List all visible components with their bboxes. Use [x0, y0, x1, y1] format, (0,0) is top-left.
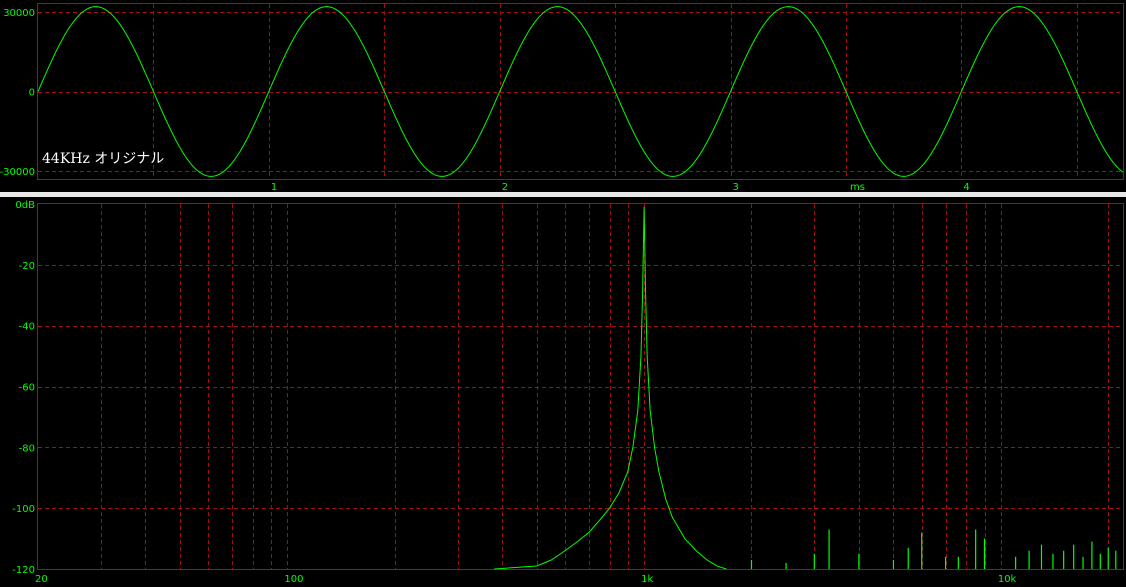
waveform-y-tick-label: 30000 — [3, 8, 35, 19]
spectrum-y-tick-label: -20 — [19, 261, 35, 272]
spectrum-y-tick-label: -40 — [19, 322, 35, 333]
spectrum-y-tick-label: -80 — [19, 443, 35, 454]
spectrum-x-tick-label: 100 — [284, 574, 303, 585]
waveform-y-tick-label: 0 — [29, 88, 35, 99]
spectrum-x-tick-label: 20 — [35, 574, 48, 585]
spectrum-y-tick-label: -100 — [12, 504, 35, 515]
waveform-y-tick-label: -30000 — [0, 167, 35, 178]
waveform-x-tick-label: 2 — [502, 182, 508, 193]
spectrum-y-tick-label: -120 — [12, 565, 35, 576]
time-unit-label: ms — [850, 182, 865, 193]
waveform-x-tick-label: 1 — [271, 182, 277, 193]
background — [0, 0, 1126, 587]
waveform-caption: 44KHz オリジナル — [42, 151, 164, 167]
spectrum-x-tick-label: 10k — [998, 574, 1017, 585]
spectrum-y-tick-label: -60 — [19, 383, 35, 394]
panel-separator[interactable] — [0, 192, 1126, 197]
spectrum-x-tick-label: 1k — [641, 574, 653, 585]
waveform-x-tick-label: 4 — [963, 182, 969, 193]
analyzer-canvas: 30000 0 -30000 1 2 3 4 ms 44KHz オリジナル 0dB -20 -… — [0, 0, 1126, 587]
spectrum-y-tick-label: 0dB — [15, 200, 35, 211]
waveform-x-tick-label: 3 — [733, 182, 739, 193]
